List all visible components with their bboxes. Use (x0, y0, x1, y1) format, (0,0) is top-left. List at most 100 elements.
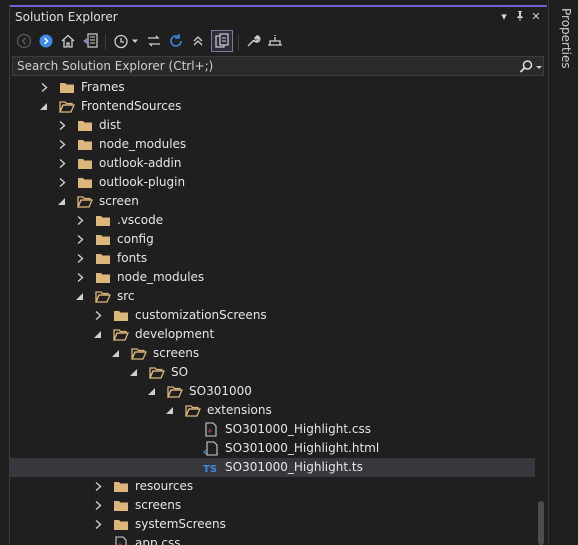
show-all-files-icon[interactable] (211, 30, 233, 52)
open-folder-icon (77, 194, 93, 209)
close-icon[interactable]: ✕ (529, 10, 543, 24)
collapsed-chevron-icon[interactable] (75, 215, 85, 226)
folder-icon (95, 270, 111, 285)
expanded-chevron-icon[interactable] (129, 367, 139, 378)
collapsed-chevron-icon[interactable] (93, 500, 103, 511)
collapse-all-icon[interactable] (188, 31, 208, 51)
folder-icon (113, 517, 129, 532)
tree-item-label: SO301000_Highlight.html (225, 441, 380, 455)
collapsed-chevron-icon[interactable] (75, 272, 85, 283)
window-position-dropdown-icon[interactable]: ▾ (497, 10, 511, 24)
tree-folder-item[interactable]: screens (10, 496, 535, 515)
collapsed-chevron-icon[interactable] (75, 234, 85, 245)
tree-folder-item[interactable]: fonts (10, 249, 535, 268)
tree-folder-item[interactable]: .vscode (10, 211, 535, 230)
folder-icon (95, 232, 111, 247)
scrollbar-thumb[interactable] (538, 501, 544, 545)
search-box[interactable] (12, 56, 544, 76)
tree-folder-item[interactable]: outlook-addin (10, 154, 535, 173)
tree-folder-item[interactable]: FrontendSources (10, 97, 535, 116)
tree-folder-item[interactable]: extensions (10, 401, 535, 420)
collapsed-chevron-icon[interactable] (39, 82, 49, 93)
refresh-icon[interactable] (166, 31, 186, 51)
expanded-chevron-icon[interactable] (111, 348, 121, 359)
tree-item-label: Frames (81, 80, 125, 94)
tree-item-label: FrontendSources (81, 99, 182, 113)
collapsed-chevron-icon[interactable] (57, 158, 67, 169)
history-icon[interactable] (111, 31, 131, 51)
collapsed-chevron-icon[interactable] (93, 481, 103, 492)
vertical-scrollbar[interactable] (535, 78, 547, 545)
open-folder-icon (95, 289, 111, 304)
expanded-chevron-icon[interactable] (57, 196, 67, 207)
tree-folder-item[interactable]: Frames (10, 78, 535, 97)
tree-folder-item[interactable]: outlook-plugin (10, 173, 535, 192)
expanded-chevron-icon[interactable] (39, 101, 49, 112)
tree-item-label: outlook-plugin (99, 175, 186, 189)
tree-folder-item[interactable]: SO (10, 363, 535, 382)
tree-file-item[interactable]: SO301000_Highlight.html (10, 439, 535, 458)
forward-icon[interactable] (36, 31, 56, 51)
tree-item-label: development (135, 327, 215, 341)
toolbar-separator (105, 34, 106, 50)
expanded-chevron-icon[interactable] (165, 405, 175, 416)
pin-icon[interactable] (513, 10, 527, 24)
collapsed-chevron-icon[interactable] (75, 253, 85, 264)
tree-item-label: screens (153, 346, 200, 360)
tree-folder-item[interactable]: dist (10, 116, 535, 135)
tree-item-label: SO301000_Highlight.ts (225, 460, 363, 474)
css-file-icon: # (113, 536, 129, 545)
expanded-chevron-icon[interactable] (75, 291, 85, 302)
tree-folder-item[interactable]: SO301000 (10, 382, 535, 401)
sync-icon[interactable] (144, 31, 164, 51)
css-file-icon: # (203, 422, 219, 437)
tree-folder-item[interactable]: systemScreens (10, 515, 535, 534)
tree-file-item[interactable]: TS SO301000_Highlight.ts (10, 458, 535, 477)
switch-views-icon[interactable] (80, 31, 100, 51)
tree-file-item[interactable]: # app.css (10, 534, 535, 545)
expanded-chevron-icon[interactable] (93, 329, 103, 340)
collapsed-chevron-icon[interactable] (93, 519, 103, 530)
tree-folder-item[interactable]: development (10, 325, 535, 344)
preview-icon[interactable] (265, 31, 285, 51)
folder-icon (95, 251, 111, 266)
search-icon[interactable] (518, 59, 534, 75)
tree-item-label: SO301000 (189, 384, 252, 398)
tree-folder-item[interactable]: node_modules (10, 135, 535, 154)
tree-folder-item[interactable]: resources (10, 477, 535, 496)
tree-folder-item[interactable]: src (10, 287, 535, 306)
toolbar-separator (238, 34, 239, 50)
tree-item-label: customizationScreens (135, 308, 267, 322)
toolbar (10, 28, 547, 56)
folder-icon (59, 80, 75, 95)
tree-item-label: extensions (207, 403, 272, 417)
expanded-chevron-icon[interactable] (147, 386, 157, 397)
tree-folder-item[interactable]: customizationScreens (10, 306, 535, 325)
title-bar: Solution Explorer ▾ ✕ (10, 5, 547, 28)
folder-icon (113, 498, 129, 513)
collapsed-chevron-icon[interactable] (57, 177, 67, 188)
properties-tab[interactable]: Properties (555, 8, 573, 78)
html-file-icon (203, 441, 219, 456)
search-options-dropdown-icon[interactable] (535, 59, 545, 75)
tree-item-label: SO (171, 365, 189, 379)
folder-icon (77, 175, 93, 190)
home-icon[interactable] (58, 31, 78, 51)
tree-file-item[interactable]: # SO301000_Highlight.css (10, 420, 535, 439)
folder-icon (95, 213, 111, 228)
search-input[interactable] (17, 58, 507, 74)
collapsed-chevron-icon[interactable] (57, 139, 67, 150)
collapsed-chevron-icon[interactable] (93, 310, 103, 321)
properties-icon[interactable] (243, 31, 263, 51)
history-dropdown-icon[interactable] (130, 31, 140, 51)
open-folder-icon (113, 327, 129, 342)
tree-item-label: outlook-addin (99, 156, 182, 170)
tree-folder-item[interactable]: node_modules (10, 268, 535, 287)
back-icon[interactable] (14, 31, 34, 51)
tree-folder-item[interactable]: config (10, 230, 535, 249)
solution-tree: Frames FrontendSources dist node_modules out… (10, 78, 547, 545)
tree-folder-item[interactable]: screen (10, 192, 535, 211)
collapsed-chevron-icon[interactable] (57, 120, 67, 131)
tree-folder-item[interactable]: screens (10, 344, 535, 363)
panel-title: Solution Explorer (15, 10, 118, 24)
